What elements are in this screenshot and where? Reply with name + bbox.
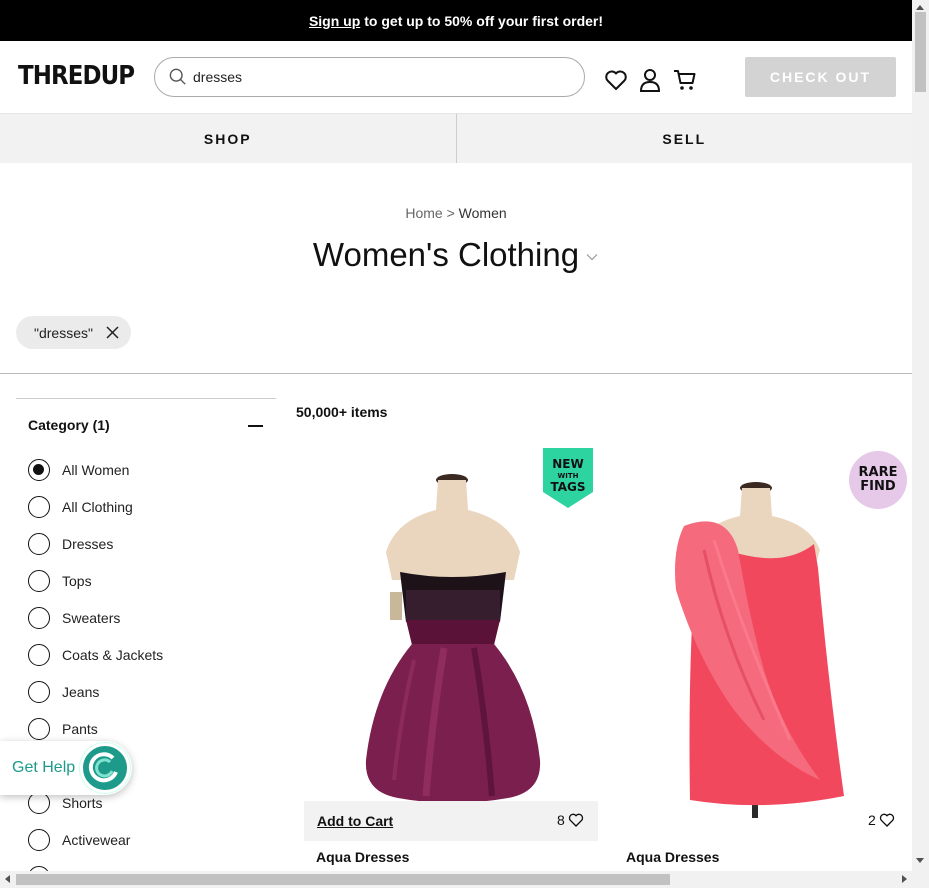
category-option[interactable]: Activewear xyxy=(28,828,130,852)
radio-icon[interactable] xyxy=(28,570,50,592)
category-option[interactable]: Coats & Jackets xyxy=(28,643,163,667)
search-input[interactable]: dresses xyxy=(154,57,585,97)
radio-icon[interactable] xyxy=(28,496,50,518)
product-brand[interactable]: Aqua Dresses xyxy=(626,849,719,865)
category-option[interactable]: All Women xyxy=(28,458,129,482)
category-label: Coats & Jackets xyxy=(62,647,164,663)
checkout-button[interactable]: CHECK OUT xyxy=(745,57,896,97)
filter-sidebar: Category (1) All Women All Clothing Dres… xyxy=(16,398,276,888)
add-to-cart-button[interactable]: Add to Cart xyxy=(317,813,393,829)
page-title: Women's Clothing xyxy=(312,236,580,273)
heart-icon[interactable] xyxy=(879,812,895,828)
chevron-down-icon xyxy=(586,254,598,261)
category-label: All Clothing xyxy=(62,499,133,515)
favorite-count[interactable]: 2 xyxy=(868,812,895,828)
category-option[interactable]: All Clothing xyxy=(28,495,133,519)
svg-text:TAGS: TAGS xyxy=(550,480,585,494)
breadcrumb: Home > Women xyxy=(0,205,912,221)
radio-icon[interactable] xyxy=(28,681,50,703)
signup-link[interactable]: Sign up xyxy=(309,13,360,29)
section-divider xyxy=(0,373,912,374)
category-option[interactable]: Jeans xyxy=(28,680,99,704)
scroll-left-icon[interactable] xyxy=(5,875,10,883)
radio-icon[interactable] xyxy=(28,607,50,629)
get-help-button[interactable]: Get Help xyxy=(0,741,132,795)
search-value: dresses xyxy=(193,69,243,85)
category-heading[interactable]: Category (1) xyxy=(28,417,110,433)
promo-text: to get up to 50% off your first order! xyxy=(364,12,604,29)
breadcrumb-home[interactable]: Home xyxy=(405,205,442,221)
scrollbar-thumb[interactable] xyxy=(915,12,926,92)
breadcrumb-current: Women xyxy=(458,205,507,221)
scroll-down-icon[interactable] xyxy=(916,858,924,863)
radio-selected-icon[interactable] xyxy=(28,459,50,481)
category-label: Jeans xyxy=(62,684,100,700)
chat-icon[interactable] xyxy=(80,743,130,793)
site-header: THREDUP dresses CHECK OUT xyxy=(0,41,912,113)
radio-icon[interactable] xyxy=(28,644,50,666)
cart-icon[interactable] xyxy=(673,68,697,92)
category-label: Shorts xyxy=(62,795,103,811)
category-label: Dresses xyxy=(62,536,114,552)
category-option[interactable]: Dresses xyxy=(28,532,113,556)
radio-icon[interactable] xyxy=(28,792,50,814)
category-option[interactable]: Pants xyxy=(28,717,98,741)
category-label: Tops xyxy=(62,573,92,589)
product-card[interactable]: NEW WITH TAGS Add to Cart 8 Aqua Dresses xyxy=(304,440,598,865)
scroll-right-icon[interactable] xyxy=(902,875,907,883)
add-to-cart-bar: Add to Cart 8 xyxy=(304,801,598,841)
scroll-up-icon[interactable] xyxy=(916,5,924,10)
close-icon[interactable] xyxy=(106,326,119,339)
category-label: Sweaters xyxy=(62,610,121,626)
promo-banner: Sign up to get up to 50% off your first … xyxy=(0,0,912,41)
category-option[interactable]: Sweaters xyxy=(28,606,120,630)
results-count: 50,000+ items xyxy=(296,404,388,420)
main-nav: SHOP SELL xyxy=(0,113,912,163)
tab-shop[interactable]: SHOP xyxy=(0,114,456,163)
account-icon[interactable] xyxy=(638,68,662,92)
product-card[interactable]: RARE FIND 2 Aqua Dresses xyxy=(614,440,908,865)
product-brand[interactable]: Aqua Dresses xyxy=(316,849,409,865)
search-icon xyxy=(169,68,186,85)
filter-chip[interactable]: "dresses" xyxy=(16,316,131,349)
vertical-scrollbar[interactable] xyxy=(912,0,929,871)
filter-chip-label: "dresses" xyxy=(34,324,93,341)
new-with-tags-badge: NEW WITH TAGS xyxy=(543,448,593,508)
category-label: Pants xyxy=(62,721,98,737)
thredup-logo[interactable]: THREDUP xyxy=(18,61,135,91)
radio-icon[interactable] xyxy=(28,718,50,740)
favorite-count[interactable]: 8 xyxy=(557,812,584,828)
likes-value: 2 xyxy=(868,812,876,828)
get-help-label: Get Help xyxy=(12,759,76,776)
horizontal-scrollbar[interactable] xyxy=(0,871,929,888)
heart-icon[interactable] xyxy=(568,812,584,828)
likes-value: 8 xyxy=(557,812,565,828)
page-title-row[interactable]: Women's Clothing xyxy=(0,236,912,274)
heart-icon[interactable] xyxy=(604,68,628,92)
category-option[interactable]: Tops xyxy=(28,569,92,593)
category-label: Activewear xyxy=(62,832,131,848)
radio-icon[interactable] xyxy=(28,829,50,851)
svg-text:WITH: WITH xyxy=(558,472,579,480)
category-label: All Women xyxy=(62,462,130,478)
collapse-minus-icon[interactable] xyxy=(248,425,263,427)
breadcrumb-separator: > xyxy=(446,205,455,221)
tab-sell[interactable]: SELL xyxy=(457,114,913,163)
svg-text:NEW: NEW xyxy=(552,457,583,471)
scrollbar-thumb[interactable] xyxy=(16,874,670,885)
radio-icon[interactable] xyxy=(28,533,50,555)
rare-find-badge: RARE FIND xyxy=(849,451,907,509)
